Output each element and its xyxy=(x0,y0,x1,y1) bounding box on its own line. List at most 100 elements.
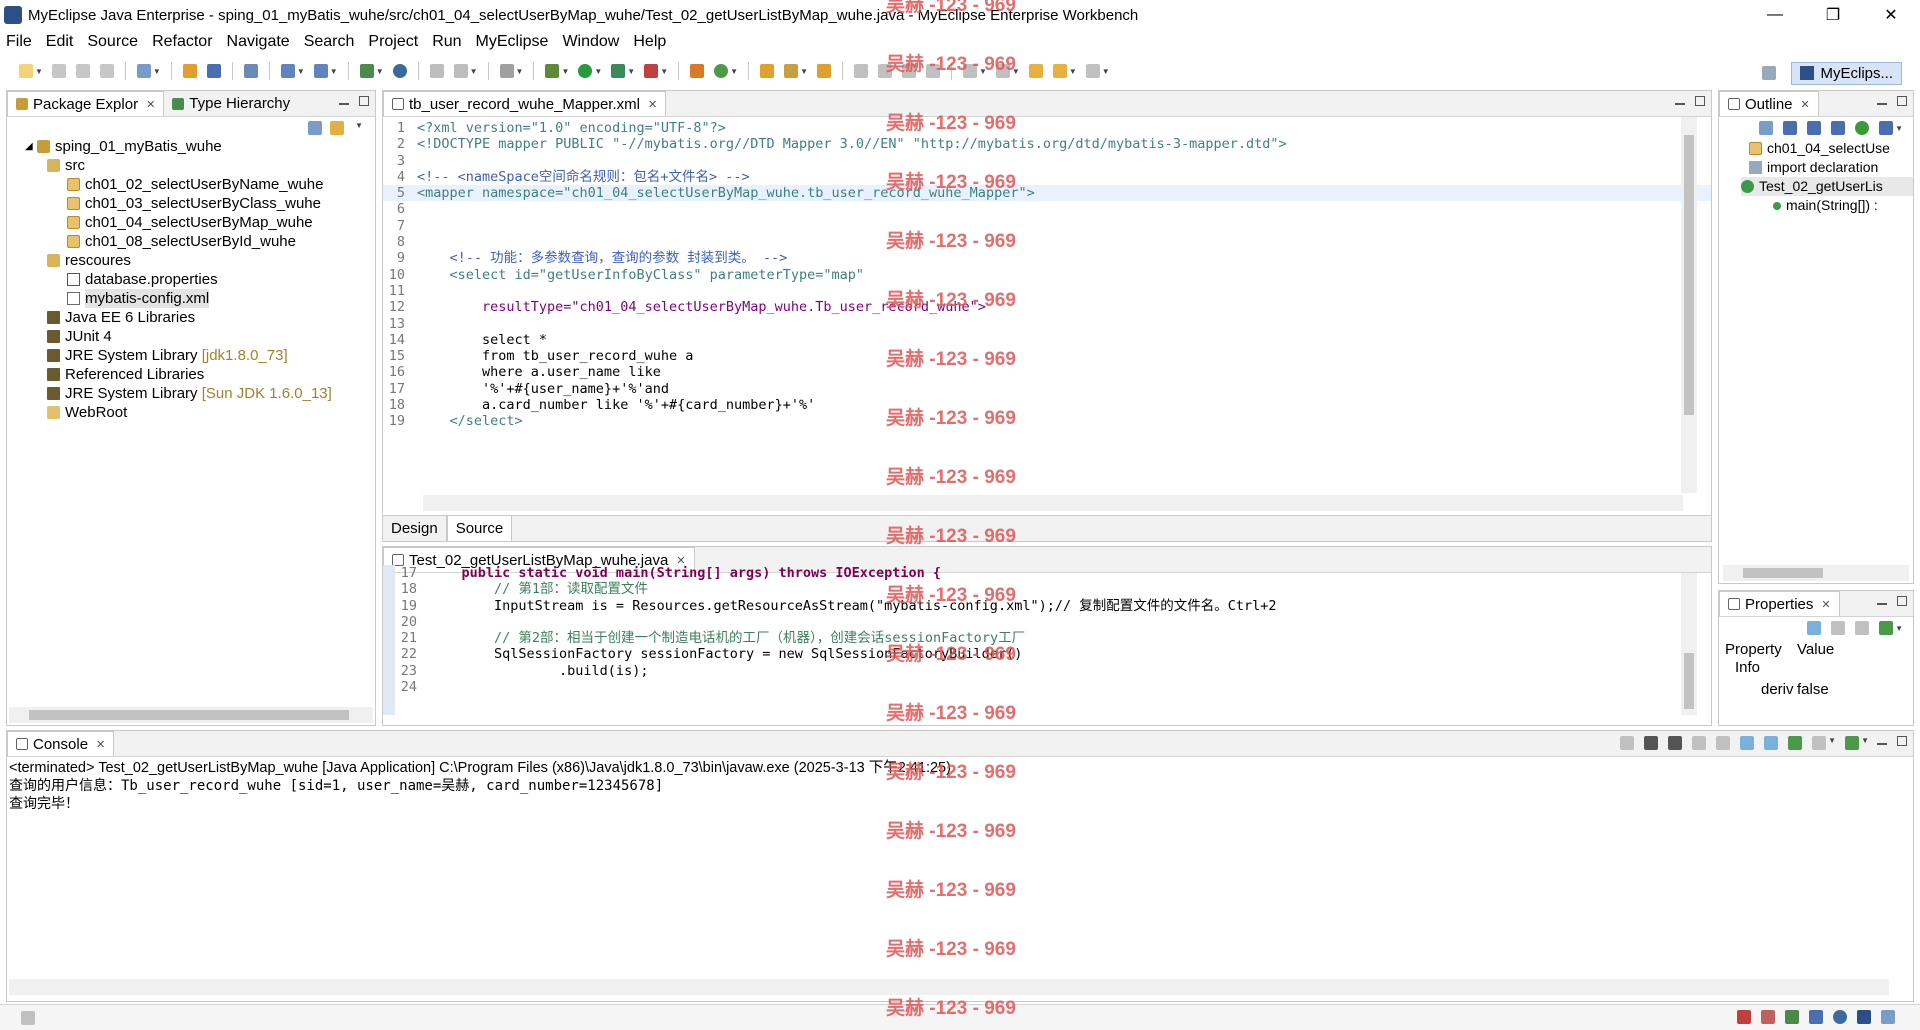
status-icon[interactable] xyxy=(1737,1010,1751,1024)
new-java-project-icon[interactable] xyxy=(690,64,705,78)
minimize-icon[interactable] xyxy=(1675,102,1685,105)
open-type-icon[interactable] xyxy=(182,64,197,78)
tree-item-package[interactable]: ch01_08_selectUserById_wuhe xyxy=(25,232,375,251)
server-icon[interactable] xyxy=(243,64,258,78)
hide-static-icon[interactable] xyxy=(1831,121,1846,135)
maximize-icon[interactable] xyxy=(1897,596,1907,606)
chevron-down-icon[interactable]: ▼ xyxy=(35,67,43,76)
tree-item-rescoures[interactable]: rescoures xyxy=(25,251,375,270)
open-perspective-icon[interactable] xyxy=(1762,66,1777,80)
menu-project[interactable]: Project xyxy=(368,33,418,51)
view-menu-icon[interactable]: ▼ xyxy=(1895,124,1903,133)
xml-code-area[interactable]: 1 <?xml version="1.0" encoding="UTF-8"?> … xyxy=(383,117,1711,495)
pin-icon[interactable] xyxy=(1879,621,1894,635)
tree-item-library[interactable]: Java EE 6 Libraries xyxy=(25,308,375,327)
tree-item-file[interactable]: database.properties xyxy=(25,270,375,289)
deploy-icon[interactable] xyxy=(359,64,374,78)
toggle-block-icon[interactable] xyxy=(453,64,468,78)
hide-local-types-icon[interactable] xyxy=(1879,121,1894,135)
horizontal-scrollbar[interactable] xyxy=(9,707,373,723)
chevron-down-icon[interactable]: ▼ xyxy=(153,67,161,76)
view-menu-icon[interactable]: ▼ xyxy=(1895,624,1903,633)
new-icon[interactable] xyxy=(19,64,33,78)
close-icon[interactable]: ✕ xyxy=(1801,98,1810,111)
tab-outline[interactable]: Outline ✕ xyxy=(1719,91,1819,116)
maximize-icon[interactable] xyxy=(1695,96,1705,106)
tab-properties[interactable]: Properties ✕ xyxy=(1719,591,1840,616)
chevron-down-icon[interactable]: ▼ xyxy=(1828,736,1836,750)
new-ejb-icon[interactable] xyxy=(280,64,295,78)
close-icon[interactable]: ✕ xyxy=(96,738,105,751)
save-all-icon[interactable] xyxy=(75,64,90,78)
categories-icon[interactable] xyxy=(1807,621,1822,635)
horizontal-scrollbar[interactable] xyxy=(423,495,1683,511)
toggle-mark-icon[interactable] xyxy=(429,64,444,78)
chevron-down-icon[interactable]: ▼ xyxy=(376,67,384,76)
terminate-icon[interactable] xyxy=(1620,736,1635,750)
chevron-down-icon[interactable]: ▼ xyxy=(800,67,808,76)
show-stdout-icon[interactable] xyxy=(1740,736,1755,750)
tree-item-package[interactable]: ch01_03_selectUserByClass_wuhe xyxy=(25,194,375,213)
vertical-scrollbar[interactable] xyxy=(1681,117,1697,493)
menu-source[interactable]: Source xyxy=(87,33,138,51)
outline-item-method[interactable]: main(String[]) : xyxy=(1749,196,1913,215)
menu-navigate[interactable]: Navigate xyxy=(227,33,290,51)
tree-item-library[interactable]: Referenced Libraries xyxy=(25,365,375,384)
clear-console-icon[interactable] xyxy=(1692,736,1707,750)
menu-search[interactable]: Search xyxy=(304,33,355,51)
status-icon[interactable] xyxy=(1785,1010,1799,1024)
minimize-icon[interactable] xyxy=(339,102,349,105)
horizontal-scrollbar[interactable] xyxy=(1723,565,1909,581)
save-icon[interactable] xyxy=(51,64,66,78)
chevron-down-icon[interactable]: ▼ xyxy=(627,67,635,76)
chevron-down-icon[interactable]: ▼ xyxy=(1861,736,1869,750)
browser-icon[interactable] xyxy=(392,64,407,78)
chevron-down-icon[interactable]: ▼ xyxy=(594,67,602,76)
tree-item-library[interactable]: JUnit 4 xyxy=(25,327,375,346)
scroll-lock-icon[interactable] xyxy=(1716,736,1731,750)
maximize-icon[interactable] xyxy=(1897,736,1907,746)
tree-item-library[interactable]: JRE System Library [Sun JDK 1.6.0_13] xyxy=(25,384,375,403)
status-icon[interactable] xyxy=(1761,1010,1775,1024)
expand-icon[interactable]: ◢ xyxy=(25,137,37,156)
vertical-scrollbar[interactable] xyxy=(1681,573,1697,715)
close-icon[interactable]: ✕ xyxy=(648,98,657,111)
menu-edit[interactable]: Edit xyxy=(46,33,74,51)
chevron-down-icon[interactable]: ▼ xyxy=(1102,67,1110,76)
tab-console[interactable]: Console ✕ xyxy=(7,731,115,756)
tree-item-src[interactable]: src xyxy=(25,156,375,175)
maximize-icon[interactable] xyxy=(1897,96,1907,106)
tree-item-package[interactable]: ch01_04_selectUserByMap_wuhe xyxy=(25,213,375,232)
new-web-icon[interactable] xyxy=(313,64,328,78)
hide-fields-icon[interactable] xyxy=(1807,121,1822,135)
minimize-icon[interactable] xyxy=(1877,742,1887,745)
open-task-icon[interactable] xyxy=(760,64,775,78)
tab-type-hierarchy[interactable]: Type Hierarchy xyxy=(164,91,298,116)
new-project-icon[interactable] xyxy=(136,64,151,78)
status-icon[interactable] xyxy=(1881,1010,1895,1024)
pin-console-icon[interactable] xyxy=(1788,736,1803,750)
close-icon[interactable]: ✕ xyxy=(146,98,155,111)
tree-item-project[interactable]: ◢ sping_01_myBatis_wuhe xyxy=(25,137,375,156)
tree-item-webroot[interactable]: WebRoot xyxy=(25,403,375,422)
chevron-down-icon[interactable]: ▼ xyxy=(660,67,668,76)
tab-xml-mapper[interactable]: tb_user_record_wuhe_Mapper.xml ✕ xyxy=(383,91,667,116)
coverage-icon[interactable] xyxy=(611,64,626,78)
perspective-myeclipse-button[interactable]: MyEclips... xyxy=(1791,61,1902,85)
fast-view-icon[interactable] xyxy=(21,1011,35,1025)
advanced-icon[interactable] xyxy=(1831,621,1846,635)
open-console-icon[interactable] xyxy=(1845,736,1860,750)
collapse-all-icon[interactable] xyxy=(1759,121,1774,135)
annotation-icon[interactable] xyxy=(853,64,868,78)
tree-item-package[interactable]: ch01_02_selectUserByName_wuhe xyxy=(25,175,375,194)
close-icon[interactable]: ✕ xyxy=(1821,598,1830,611)
menu-refactor[interactable]: Refactor xyxy=(152,33,212,51)
open-web-icon[interactable] xyxy=(816,64,831,78)
tab-package-explorer[interactable]: Package Explor ✕ xyxy=(7,91,165,116)
back-icon[interactable] xyxy=(1052,64,1067,78)
close-button[interactable]: ✕ xyxy=(1862,0,1920,30)
defaults-icon[interactable] xyxy=(1855,621,1870,635)
link-editor-icon[interactable] xyxy=(330,121,344,135)
view-menu-icon[interactable]: ▼ xyxy=(355,121,363,130)
chevron-down-icon[interactable]: ▼ xyxy=(470,67,478,76)
